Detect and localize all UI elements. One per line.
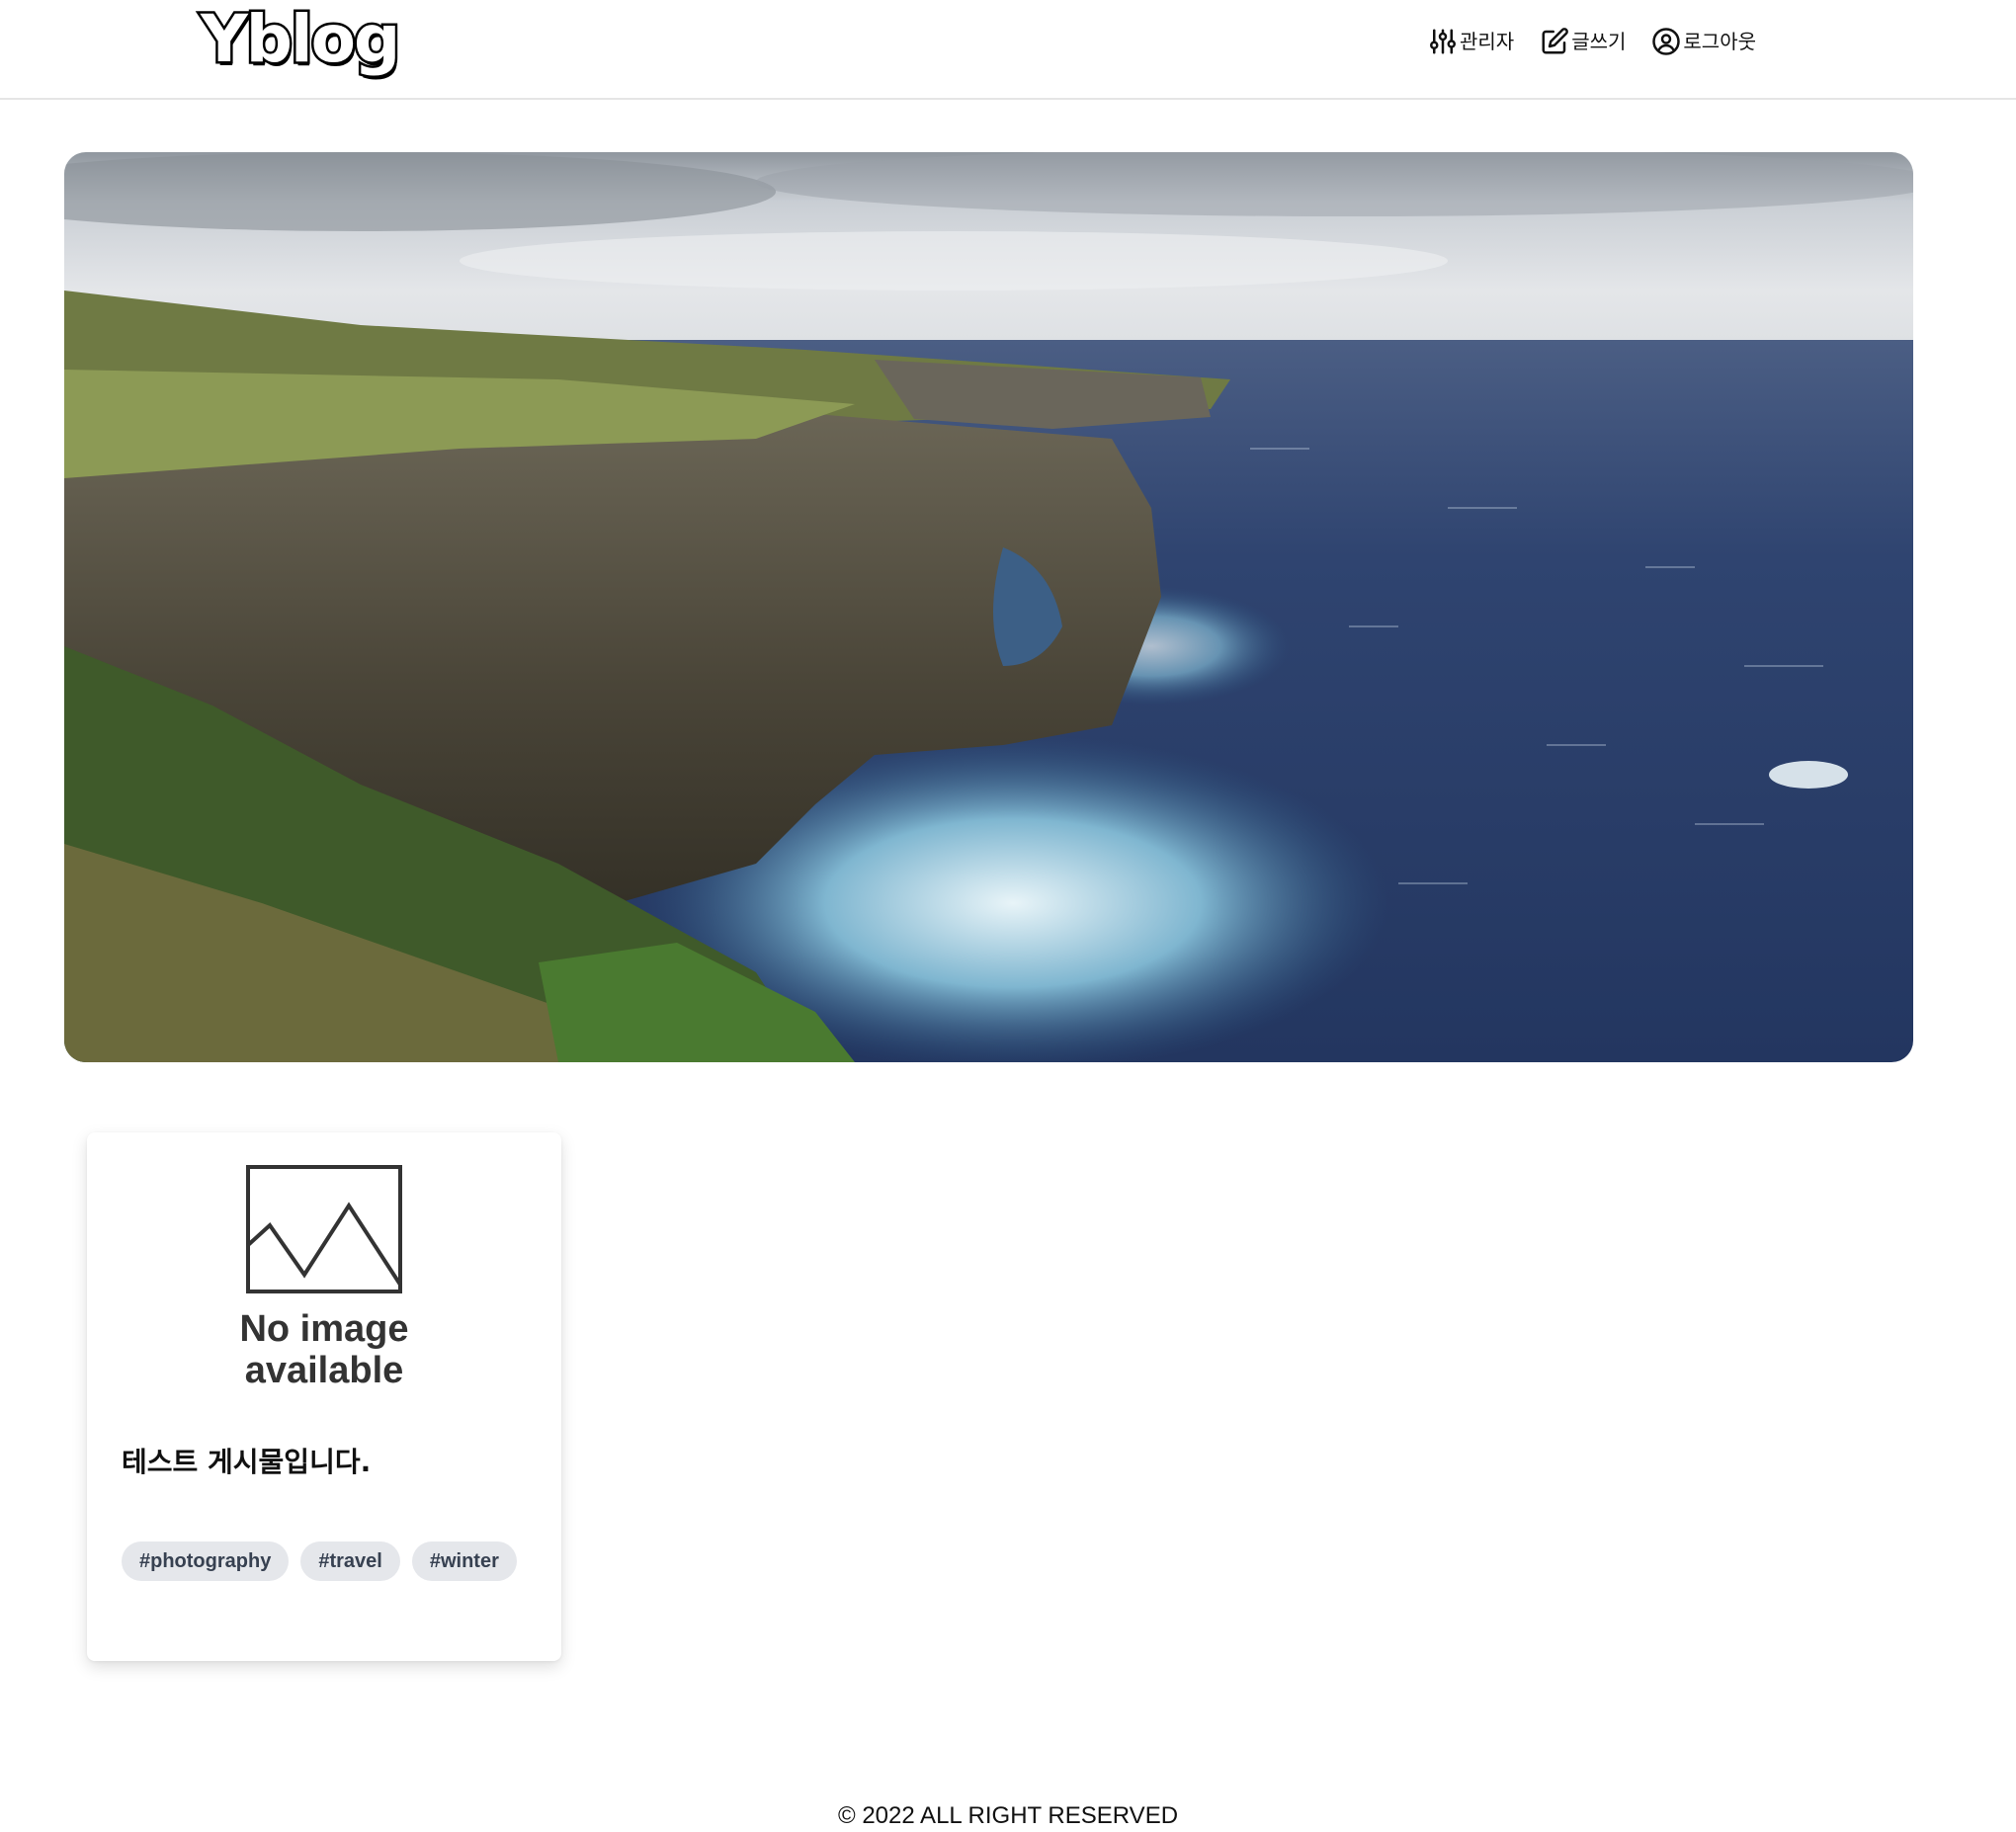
- no-image-line-1: No image: [239, 1308, 409, 1350]
- user-circle-icon: [1651, 27, 1681, 56]
- post-thumbnail: No image available: [87, 1164, 561, 1391]
- post-tags: #photography #travel #winter: [122, 1541, 537, 1595]
- top-nav: 관리자 글쓰기 로그아웃: [1428, 24, 1756, 59]
- no-image-text: No image available: [87, 1308, 561, 1391]
- site-header: Yblog 관리자 글쓰기 로그아웃: [0, 0, 2016, 100]
- nav-label-logout: 로그아웃: [1683, 30, 1757, 53]
- nav-label-admin: 관리자: [1460, 30, 1515, 53]
- tag-chip[interactable]: #winter: [411, 1541, 517, 1581]
- edit-icon: [1540, 27, 1569, 56]
- footer-copyright: © 2022 ALL RIGHT RESERVED: [837, 1802, 1179, 1829]
- hero-image: [64, 152, 1913, 1062]
- sliders-icon: [1428, 27, 1458, 56]
- image-placeholder-icon: [246, 1165, 402, 1293]
- tag-chip[interactable]: #travel: [300, 1541, 400, 1581]
- nav-item-logout[interactable]: 로그아웃: [1651, 27, 1756, 56]
- tag-chip[interactable]: #photography: [122, 1541, 290, 1581]
- nav-item-admin[interactable]: 관리자: [1428, 27, 1514, 56]
- no-image-line-2: available: [244, 1350, 404, 1391]
- site-logo[interactable]: Yblog: [198, 0, 402, 80]
- nav-item-write[interactable]: 글쓰기: [1540, 27, 1626, 56]
- post-card[interactable]: No image available 테스트 게시물입니다. #photogra…: [87, 1132, 561, 1661]
- post-title[interactable]: 테스트 게시물입니다.: [122, 1443, 371, 1482]
- nav-label-write: 글쓰기: [1571, 30, 1627, 53]
